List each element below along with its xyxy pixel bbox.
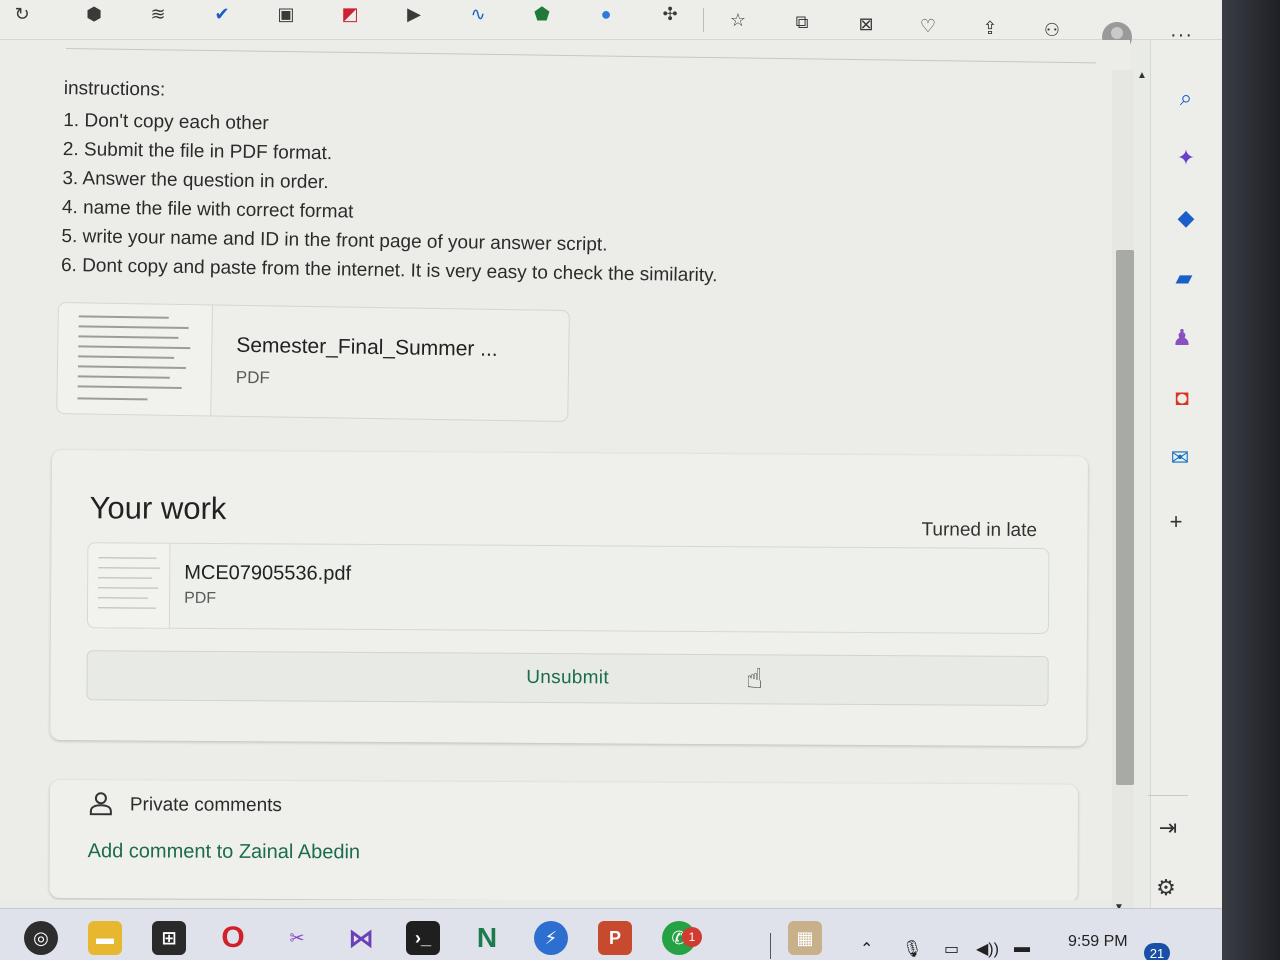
divider xyxy=(65,48,1096,64)
hide-sidebar-icon[interactable]: ⇥ xyxy=(1152,812,1184,844)
submitted-file[interactable]: MCE07905536.pdf PDF xyxy=(86,542,1050,635)
scroll-up-arrow-icon[interactable]: ▲ xyxy=(1137,70,1147,81)
your-work-card: Your work Turned in late MCE07905536.pdf… xyxy=(50,450,1088,747)
unsubmit-button[interactable]: Unsubmit xyxy=(86,650,1049,707)
puzzle-icon[interactable]: ✣ xyxy=(656,0,684,28)
assignment-attachment[interactable]: Semester_Final_Summer ... PDF xyxy=(56,302,570,423)
share-icon[interactable]: ⇪ xyxy=(976,14,1004,42)
network-icon[interactable]: ▭ xyxy=(944,939,959,959)
windows-taskbar: ◎ ▬ ⊞ O ✂ ⋈ ›_ N ⚡ P ✆ 1 ▦ ⌃ 🎙︎ ▭ ◀)) ▬ … xyxy=(0,908,1222,960)
tray-chevron-icon[interactable]: ⌃ xyxy=(860,939,873,959)
instructions-block: instructions: 1. Don't copy each other 2… xyxy=(61,78,824,292)
private-comments-title: Private comments xyxy=(129,794,282,817)
wave-icon[interactable]: ∿ xyxy=(464,0,492,28)
office-icon[interactable]: ◘ xyxy=(1166,382,1198,414)
layers-icon[interactable]: ≋ xyxy=(144,0,172,28)
outlook-icon[interactable]: ✉ xyxy=(1164,442,1196,474)
toolbar-separator xyxy=(703,8,704,32)
extension-icon-2[interactable]: ◩ xyxy=(336,0,364,28)
games-icon[interactable]: ♟ xyxy=(1166,322,1198,354)
favorites-icon[interactable]: ☆ xyxy=(724,6,752,34)
powerpoint-icon[interactable]: P xyxy=(598,921,632,955)
file-thumbnail xyxy=(87,543,171,630)
browser-toolbar: ↻ ⬢ ≋ ✔ ▣ ◩ ▶ ∿ ⬟ ● ✣ ☆ ⧉ ⊠ ♡ ⇪ ⚇ ··· xyxy=(0,0,1222,52)
screen-bezel xyxy=(1222,0,1280,960)
scrollbar-thumb[interactable] xyxy=(1116,250,1134,785)
browser-essentials-icon[interactable]: ♡ xyxy=(914,12,942,40)
private-comments-card: Private comments Add comment to Zainal A… xyxy=(49,780,1078,900)
battery-icon[interactable]: ▬ xyxy=(1014,939,1030,957)
whatsapp-notification-badge: 1 xyxy=(682,927,702,947)
file-type: PDF xyxy=(184,589,217,608)
pen-icon[interactable]: ● xyxy=(592,0,620,28)
volume-icon[interactable]: ◀)) xyxy=(976,939,999,959)
file-explorer-icon[interactable]: ▬ xyxy=(88,921,122,955)
hand-cursor-icon: ☝ xyxy=(746,663,764,694)
microsoft-store-icon[interactable]: ⊞ xyxy=(152,921,186,955)
settings-gear-icon[interactable]: ⚙ xyxy=(1150,872,1182,904)
attachment-thumbnail xyxy=(57,303,213,418)
shopping-tag-icon[interactable]: ◆ xyxy=(1170,202,1202,234)
search-icon[interactable]: ⌕ xyxy=(1170,82,1202,114)
refresh-icon[interactable]: ↻ xyxy=(8,0,36,28)
shield-icon[interactable]: ⬟ xyxy=(528,0,556,28)
submission-status: Turned in late xyxy=(921,519,1038,542)
attachment-name: Semester_Final_Summer ... xyxy=(236,333,498,361)
tools-briefcase-icon[interactable]: ▰ xyxy=(1168,262,1200,294)
checkmark-icon[interactable]: ✔ xyxy=(208,0,236,28)
add-comment-link[interactable]: Add comment to Zainal Abedin xyxy=(88,840,360,864)
file-name: MCE07905536.pdf xyxy=(184,561,352,585)
microphone-icon[interactable]: 🎙︎ xyxy=(902,939,922,959)
notepad-plus-icon[interactable]: N xyxy=(470,921,504,955)
math-solver-icon[interactable]: ⊠ xyxy=(852,10,880,38)
person-icon xyxy=(89,792,112,816)
messenger-icon[interactable]: ⚡ xyxy=(534,921,568,955)
terminal-icon[interactable]: ›_ xyxy=(406,921,440,955)
attachment-type: PDF xyxy=(235,367,270,388)
camera-icon[interactable]: ▣ xyxy=(272,0,300,28)
system-clock[interactable]: 9:59 PM xyxy=(1068,933,1128,951)
copilot-sparkle-icon[interactable]: ✦ xyxy=(1170,142,1202,174)
taskbar-separator xyxy=(770,933,771,959)
add-icon[interactable]: + xyxy=(1160,506,1192,538)
collections-icon[interactable]: ⧉ xyxy=(788,8,816,36)
classroom-page: instructions: 1. Don't copy each other 2… xyxy=(0,40,1130,900)
opera-icon[interactable]: O xyxy=(216,921,250,955)
github-icon[interactable]: ◎ xyxy=(24,921,58,955)
sidebar-divider xyxy=(1148,795,1188,796)
visual-studio-icon[interactable]: ⋈ xyxy=(344,921,378,955)
your-work-title: Your work xyxy=(89,490,227,527)
snipping-tool-icon[interactable]: ✂ xyxy=(280,921,314,955)
media-icon[interactable]: ▶ xyxy=(400,0,428,28)
notification-count-badge[interactable]: 21 xyxy=(1144,943,1170,960)
extension-icon-1[interactable]: ⬢ xyxy=(80,0,108,28)
pinned-app-icon[interactable]: ▦ xyxy=(788,921,822,955)
